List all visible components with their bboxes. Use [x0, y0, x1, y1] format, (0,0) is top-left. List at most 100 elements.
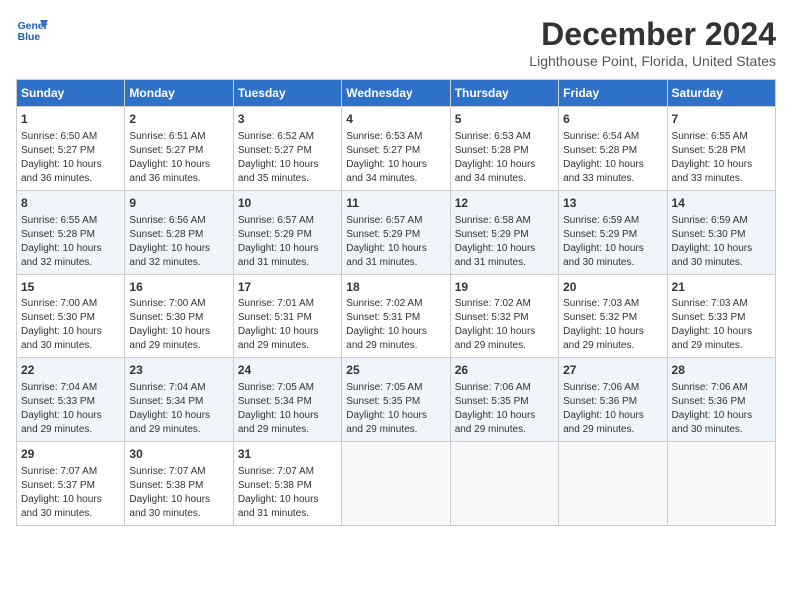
day-of-week-header: Wednesday — [342, 80, 450, 107]
calendar-day-cell: 12 Sunrise: 6:58 AM Sunset: 5:29 PM Dayli… — [450, 190, 558, 274]
location-subtitle: Lighthouse Point, Florida, United States — [529, 53, 776, 69]
day-number: 24 — [238, 362, 337, 379]
calendar-day-cell: 15Sunrise: 7:00 AM Sunset: 5:30 PM Dayli… — [17, 274, 125, 358]
day-number: 25 — [346, 362, 445, 379]
day-number: 17 — [238, 279, 337, 296]
day-number: 14 — [672, 195, 771, 212]
day-number: 26 — [455, 362, 554, 379]
calendar-day-cell: 7 Sunrise: 6:55 AM Sunset: 5:28 PM Daylig… — [667, 107, 775, 191]
day-number: 10 — [238, 195, 337, 212]
day-info: Sunrise: 6:51 AM Sunset: 5:27 PM Dayligh… — [129, 130, 228, 186]
calendar-week-row: 8Sunrise: 6:55 AM Sunset: 5:28 PM Daylig… — [17, 190, 776, 274]
day-info: Sunrise: 6:58 AM Sunset: 5:29 PM Dayligh… — [455, 214, 554, 270]
day-number: 18 — [346, 279, 445, 296]
day-info: Sunrise: 7:03 AM Sunset: 5:32 PM Dayligh… — [563, 297, 662, 353]
calendar-day-cell: 10 Sunrise: 6:57 AM Sunset: 5:29 PM Dayli… — [233, 190, 341, 274]
day-number: 27 — [563, 362, 662, 379]
day-info: Sunrise: 6:55 AM Sunset: 5:28 PM Dayligh… — [672, 130, 771, 186]
calendar-day-cell: 31 Sunrise: 7:07 AM Sunset: 5:38 PM Dayli… — [233, 442, 341, 526]
day-number: 7 — [672, 111, 771, 128]
month-title: December 2024 — [529, 16, 776, 53]
days-header-row: SundayMondayTuesdayWednesdayThursdayFrid… — [17, 80, 776, 107]
calendar-day-cell: 27 Sunrise: 7:06 AM Sunset: 5:36 PM Dayli… — [559, 358, 667, 442]
title-section: December 2024 Lighthouse Point, Florida,… — [529, 16, 776, 69]
calendar-day-cell: 11Sunrise: 6:57 AM Sunset: 5:29 PM Dayli… — [342, 190, 450, 274]
calendar-day-cell — [667, 442, 775, 526]
calendar-week-row: 22 Sunrise: 7:04 AM Sunset: 5:33 PM Dayli… — [17, 358, 776, 442]
day-info: Sunrise: 7:07 AM Sunset: 5:38 PM Dayligh… — [129, 465, 228, 521]
day-info: Sunrise: 6:53 AM Sunset: 5:27 PM Dayligh… — [346, 130, 445, 186]
day-number: 31 — [238, 446, 337, 463]
day-of-week-header: Friday — [559, 80, 667, 107]
calendar-day-cell: 24 Sunrise: 7:05 AM Sunset: 5:34 PM Dayli… — [233, 358, 341, 442]
page-header: General Blue December 2024 Lighthouse Po… — [16, 16, 776, 69]
calendar-day-cell — [559, 442, 667, 526]
day-number: 9 — [129, 195, 228, 212]
day-number: 1 — [21, 111, 120, 128]
day-info: Sunrise: 7:06 AM Sunset: 5:36 PM Dayligh… — [563, 381, 662, 437]
day-number: 22 — [21, 362, 120, 379]
day-info: Sunrise: 6:50 AM Sunset: 5:27 PM Dayligh… — [21, 130, 120, 186]
calendar-day-cell: 26 Sunrise: 7:06 AM Sunset: 5:35 PM Dayli… — [450, 358, 558, 442]
calendar-day-cell: 30 Sunrise: 7:07 AM Sunset: 5:38 PM Dayli… — [125, 442, 233, 526]
day-info: Sunrise: 6:55 AM Sunset: 5:28 PM Dayligh… — [21, 214, 120, 270]
calendar-day-cell: 18Sunrise: 7:02 AM Sunset: 5:31 PM Dayli… — [342, 274, 450, 358]
day-number: 5 — [455, 111, 554, 128]
day-info: Sunrise: 7:02 AM Sunset: 5:31 PM Dayligh… — [346, 297, 445, 353]
day-number: 13 — [563, 195, 662, 212]
day-number: 28 — [672, 362, 771, 379]
calendar-day-cell: 20Sunrise: 7:03 AM Sunset: 5:32 PM Dayli… — [559, 274, 667, 358]
day-info: Sunrise: 6:52 AM Sunset: 5:27 PM Dayligh… — [238, 130, 337, 186]
day-info: Sunrise: 7:04 AM Sunset: 5:33 PM Dayligh… — [21, 381, 120, 437]
day-info: Sunrise: 7:01 AM Sunset: 5:31 PM Dayligh… — [238, 297, 337, 353]
logo: General Blue — [16, 16, 48, 44]
day-info: Sunrise: 6:57 AM Sunset: 5:29 PM Dayligh… — [238, 214, 337, 270]
day-of-week-header: Tuesday — [233, 80, 341, 107]
day-info: Sunrise: 6:53 AM Sunset: 5:28 PM Dayligh… — [455, 130, 554, 186]
calendar-day-cell: 9 Sunrise: 6:56 AM Sunset: 5:28 PM Daylig… — [125, 190, 233, 274]
calendar-day-cell: 1 Sunrise: 6:50 AM Sunset: 5:27 PM Daylig… — [17, 107, 125, 191]
day-number: 20 — [563, 279, 662, 296]
day-info: Sunrise: 7:00 AM Sunset: 5:30 PM Dayligh… — [21, 297, 120, 353]
calendar-day-cell: 4 Sunrise: 6:53 AM Sunset: 5:27 PM Daylig… — [342, 107, 450, 191]
day-info: Sunrise: 7:06 AM Sunset: 5:36 PM Dayligh… — [672, 381, 771, 437]
day-info: Sunrise: 7:07 AM Sunset: 5:37 PM Dayligh… — [21, 465, 120, 521]
day-of-week-header: Saturday — [667, 80, 775, 107]
calendar-week-row: 1 Sunrise: 6:50 AM Sunset: 5:27 PM Daylig… — [17, 107, 776, 191]
calendar-day-cell: 6Sunrise: 6:54 AM Sunset: 5:28 PM Daylig… — [559, 107, 667, 191]
calendar-body: 1 Sunrise: 6:50 AM Sunset: 5:27 PM Daylig… — [17, 107, 776, 526]
calendar-day-cell — [342, 442, 450, 526]
calendar-day-cell: 5 Sunrise: 6:53 AM Sunset: 5:28 PM Daylig… — [450, 107, 558, 191]
calendar-week-row: 29 Sunrise: 7:07 AM Sunset: 5:37 PM Dayli… — [17, 442, 776, 526]
calendar-day-cell: 2 Sunrise: 6:51 AM Sunset: 5:27 PM Daylig… — [125, 107, 233, 191]
calendar-day-cell — [450, 442, 558, 526]
calendar-week-row: 15Sunrise: 7:00 AM Sunset: 5:30 PM Dayli… — [17, 274, 776, 358]
calendar-day-cell: 13Sunrise: 6:59 AM Sunset: 5:29 PM Dayli… — [559, 190, 667, 274]
day-info: Sunrise: 6:56 AM Sunset: 5:28 PM Dayligh… — [129, 214, 228, 270]
calendar-table: SundayMondayTuesdayWednesdayThursdayFrid… — [16, 79, 776, 526]
day-info: Sunrise: 6:54 AM Sunset: 5:28 PM Dayligh… — [563, 130, 662, 186]
day-number: 2 — [129, 111, 228, 128]
day-number: 29 — [21, 446, 120, 463]
calendar-day-cell: 17Sunrise: 7:01 AM Sunset: 5:31 PM Dayli… — [233, 274, 341, 358]
logo-icon: General Blue — [16, 16, 48, 44]
day-of-week-header: Thursday — [450, 80, 558, 107]
day-number: 21 — [672, 279, 771, 296]
day-number: 30 — [129, 446, 228, 463]
day-number: 12 — [455, 195, 554, 212]
day-info: Sunrise: 7:06 AM Sunset: 5:35 PM Dayligh… — [455, 381, 554, 437]
day-info: Sunrise: 7:07 AM Sunset: 5:38 PM Dayligh… — [238, 465, 337, 521]
day-number: 11 — [346, 195, 445, 212]
day-info: Sunrise: 7:04 AM Sunset: 5:34 PM Dayligh… — [129, 381, 228, 437]
calendar-day-cell: 25 Sunrise: 7:05 AM Sunset: 5:35 PM Dayli… — [342, 358, 450, 442]
calendar-day-cell: 22 Sunrise: 7:04 AM Sunset: 5:33 PM Dayli… — [17, 358, 125, 442]
day-of-week-header: Monday — [125, 80, 233, 107]
day-number: 19 — [455, 279, 554, 296]
day-info: Sunrise: 7:02 AM Sunset: 5:32 PM Dayligh… — [455, 297, 554, 353]
day-number: 4 — [346, 111, 445, 128]
day-info: Sunrise: 6:59 AM Sunset: 5:30 PM Dayligh… — [672, 214, 771, 270]
day-of-week-header: Sunday — [17, 80, 125, 107]
day-number: 16 — [129, 279, 228, 296]
day-info: Sunrise: 7:05 AM Sunset: 5:34 PM Dayligh… — [238, 381, 337, 437]
day-info: Sunrise: 7:05 AM Sunset: 5:35 PM Dayligh… — [346, 381, 445, 437]
